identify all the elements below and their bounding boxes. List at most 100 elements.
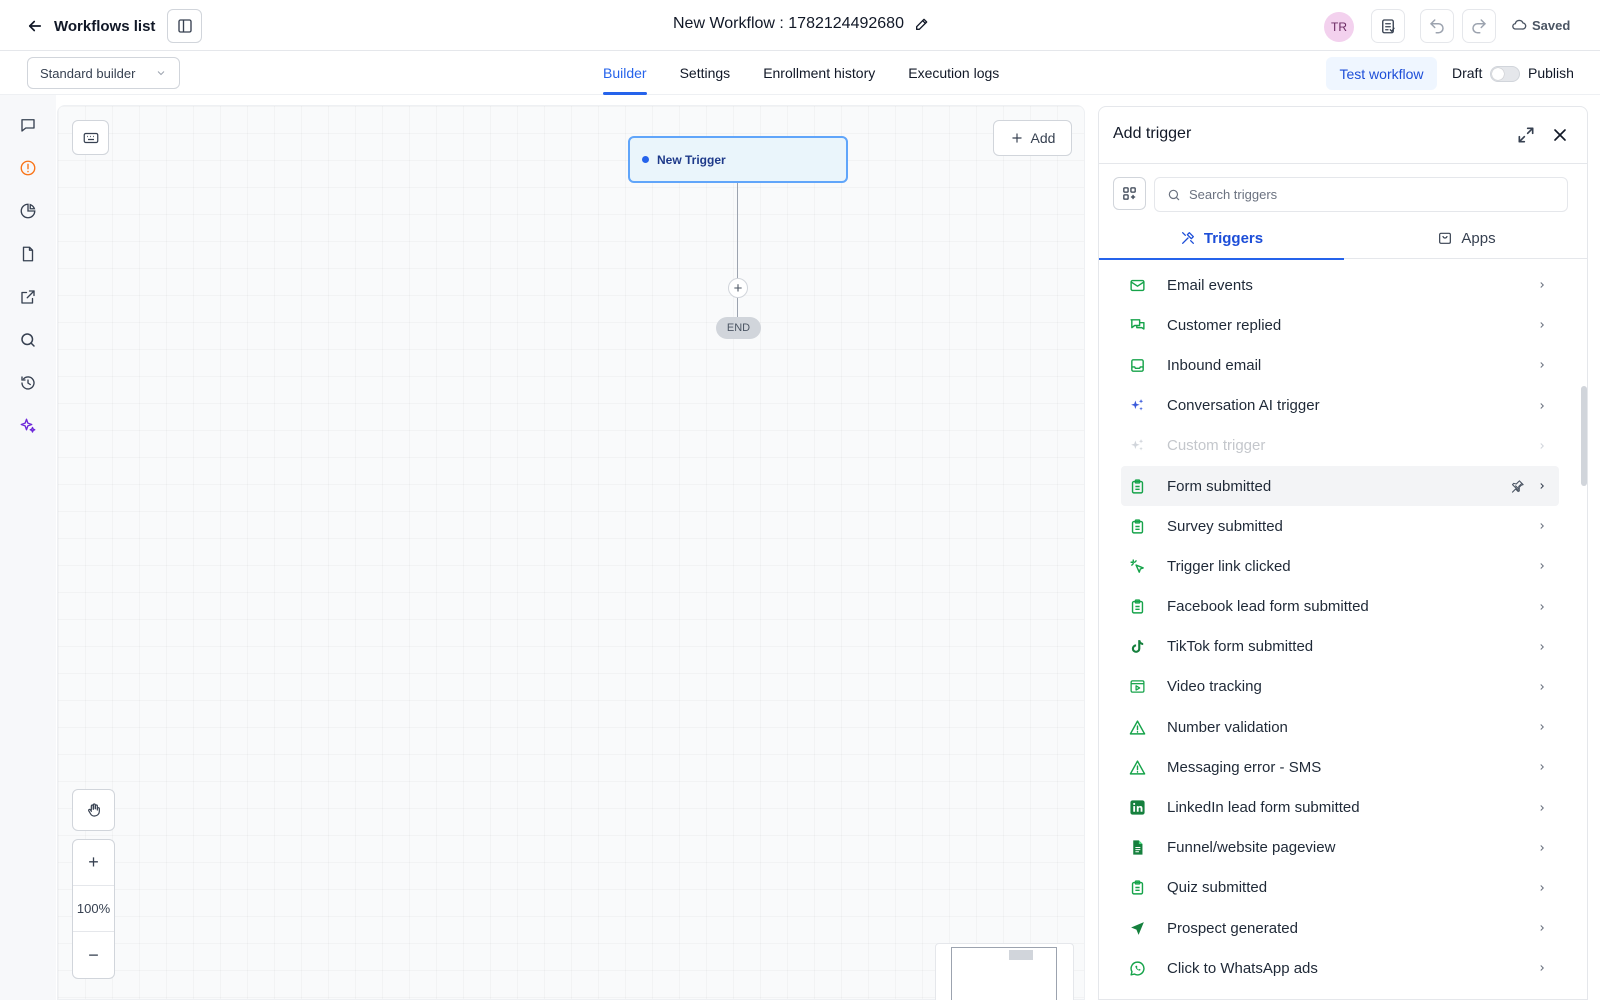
chat-bubbles-icon <box>1127 315 1147 335</box>
chevron-right-icon <box>1540 442 1544 449</box>
node-connector-line <box>737 183 738 319</box>
tab-apps[interactable]: Apps <box>1344 217 1587 259</box>
rail-search[interactable] <box>17 329 39 351</box>
list-item[interactable]: LinkedIn lead form submitted <box>1121 787 1559 827</box>
trigger-status-dot <box>642 156 649 163</box>
list-item[interactable]: TikTok form submitted <box>1121 627 1559 667</box>
list-item: Custom trigger <box>1121 426 1559 466</box>
list-item-label: Quiz submitted <box>1167 879 1268 897</box>
back-to-workflows-link[interactable]: Workflows list <box>26 14 155 38</box>
chevron-right-icon <box>1540 402 1544 409</box>
tab-settings[interactable]: Settings <box>680 51 731 95</box>
builder-mode-select[interactable]: Standard builder <box>27 57 180 89</box>
chevron-right-icon <box>1540 483 1544 489</box>
search-triggers-field[interactable] <box>1154 177 1568 212</box>
sidebar-layout-icon <box>177 19 192 33</box>
chevron-right-icon <box>1540 563 1544 570</box>
tab-builder[interactable]: Builder <box>603 51 647 95</box>
sidebar-toggle-button[interactable] <box>167 9 202 43</box>
arrow-left-icon <box>28 20 42 32</box>
rail-analytics[interactable] <box>17 200 39 222</box>
zoom-in-button[interactable]: + <box>73 840 114 886</box>
expand-icon[interactable] <box>1516 125 1536 145</box>
redo-button[interactable] <box>1462 9 1496 43</box>
user-avatar[interactable]: TR <box>1324 12 1354 42</box>
clipboard-list-icon <box>1382 19 1395 34</box>
tools-icon <box>1181 232 1194 244</box>
list-item[interactable]: Trigger link clicked <box>1121 546 1559 586</box>
panel-scrollbar[interactable] <box>1581 258 1587 1000</box>
list-item[interactable]: Funnel/website pageview <box>1121 828 1559 868</box>
notes-button[interactable] <box>1371 9 1405 43</box>
list-item[interactable]: Prospect generated <box>1121 908 1559 948</box>
rail-external[interactable] <box>17 286 39 308</box>
add-node-button[interactable]: Add <box>993 120 1072 156</box>
chevron-right-icon <box>1540 804 1544 811</box>
saved-label: Saved <box>1532 17 1571 33</box>
search-icon <box>21 333 35 347</box>
tab-apps-label: Apps <box>1461 229 1496 247</box>
search-icon <box>1168 189 1180 200</box>
trigger-node-label: New Trigger <box>657 152 726 167</box>
trigger-list: Email events Customer replied Inbound em… <box>1121 265 1559 988</box>
chevron-right-icon <box>1540 925 1544 931</box>
list-item[interactable]: Conversation AI trigger <box>1121 386 1559 426</box>
list-item[interactable]: Quiz submitted <box>1121 868 1559 908</box>
chevron-right-icon <box>1540 523 1544 530</box>
chevron-right-icon <box>1540 965 1544 972</box>
inbox-icon <box>1127 355 1147 375</box>
workflow-canvas[interactable]: Add New Trigger + END + 100% − <box>57 105 1085 1000</box>
insert-step-button[interactable]: + <box>728 278 748 298</box>
keyboard-shortcuts-button[interactable] <box>72 120 109 155</box>
zoom-controls: + 100% − <box>72 839 115 979</box>
list-item[interactable]: Click to WhatsApp ads <box>1121 948 1559 988</box>
trigger-node[interactable]: New Trigger <box>628 136 848 183</box>
publish-toggle[interactable] <box>1490 66 1520 82</box>
tab-enrollment-history[interactable]: Enrollment history <box>763 51 875 95</box>
rail-ai[interactable] <box>17 415 39 437</box>
rail-files[interactable] <box>17 243 39 265</box>
list-item[interactable]: Facebook lead form submitted <box>1121 587 1559 627</box>
tab-execution-logs[interactable]: Execution logs <box>908 51 999 95</box>
video-icon <box>1127 677 1147 697</box>
rail-comments[interactable] <box>17 114 39 136</box>
rail-alerts[interactable] <box>17 157 39 179</box>
pencil-edit-icon[interactable] <box>914 16 930 32</box>
list-item[interactable]: Email events <box>1121 265 1559 305</box>
minimap-viewport[interactable] <box>951 947 1057 1000</box>
list-item-label: Facebook lead form submitted <box>1167 598 1369 616</box>
canvas-minimap[interactable] <box>935 943 1074 1000</box>
list-item[interactable]: Customer replied <box>1121 305 1559 345</box>
list-item[interactable]: Inbound email <box>1121 345 1559 385</box>
rail-history[interactable] <box>17 372 39 394</box>
pin-icon[interactable] <box>1510 479 1525 494</box>
panel-title: Add trigger <box>1113 125 1192 142</box>
clipboard-icon <box>1127 516 1147 536</box>
message-square-icon <box>21 119 35 132</box>
redo-icon <box>1472 19 1486 34</box>
chevron-right-icon <box>1540 684 1544 690</box>
test-workflow-button[interactable]: Test workflow <box>1326 57 1437 90</box>
pan-tool-button[interactable] <box>72 789 115 831</box>
clipboard-icon <box>1127 476 1147 496</box>
draft-label: Draft <box>1452 65 1483 81</box>
list-item[interactable]: Survey submitted <box>1121 506 1559 546</box>
list-item-label: Messaging error - SMS <box>1167 758 1322 776</box>
scrollbar-thumb[interactable] <box>1581 386 1587 486</box>
panel-header: Add trigger <box>1099 107 1587 164</box>
close-icon[interactable] <box>1550 125 1570 145</box>
list-item[interactable]: Video tracking <box>1121 667 1559 707</box>
list-item-label: LinkedIn lead form submitted <box>1167 799 1360 817</box>
tab-triggers[interactable]: Triggers <box>1099 217 1344 260</box>
left-icon-rail <box>0 95 56 1000</box>
list-item-label: Survey submitted <box>1167 517 1283 535</box>
undo-button[interactable] <box>1420 9 1454 43</box>
category-grid-button[interactable] <box>1113 177 1146 210</box>
list-item-label: Prospect generated <box>1167 919 1298 937</box>
navigation-arrow-icon <box>1127 918 1147 938</box>
list-item[interactable]: Number validation <box>1121 707 1559 747</box>
list-item[interactable]: Form submitted <box>1121 465 1559 507</box>
list-item[interactable]: Messaging error - SMS <box>1121 747 1559 787</box>
zoom-out-button[interactable]: − <box>73 932 114 978</box>
search-triggers-input[interactable] <box>1189 187 1549 202</box>
